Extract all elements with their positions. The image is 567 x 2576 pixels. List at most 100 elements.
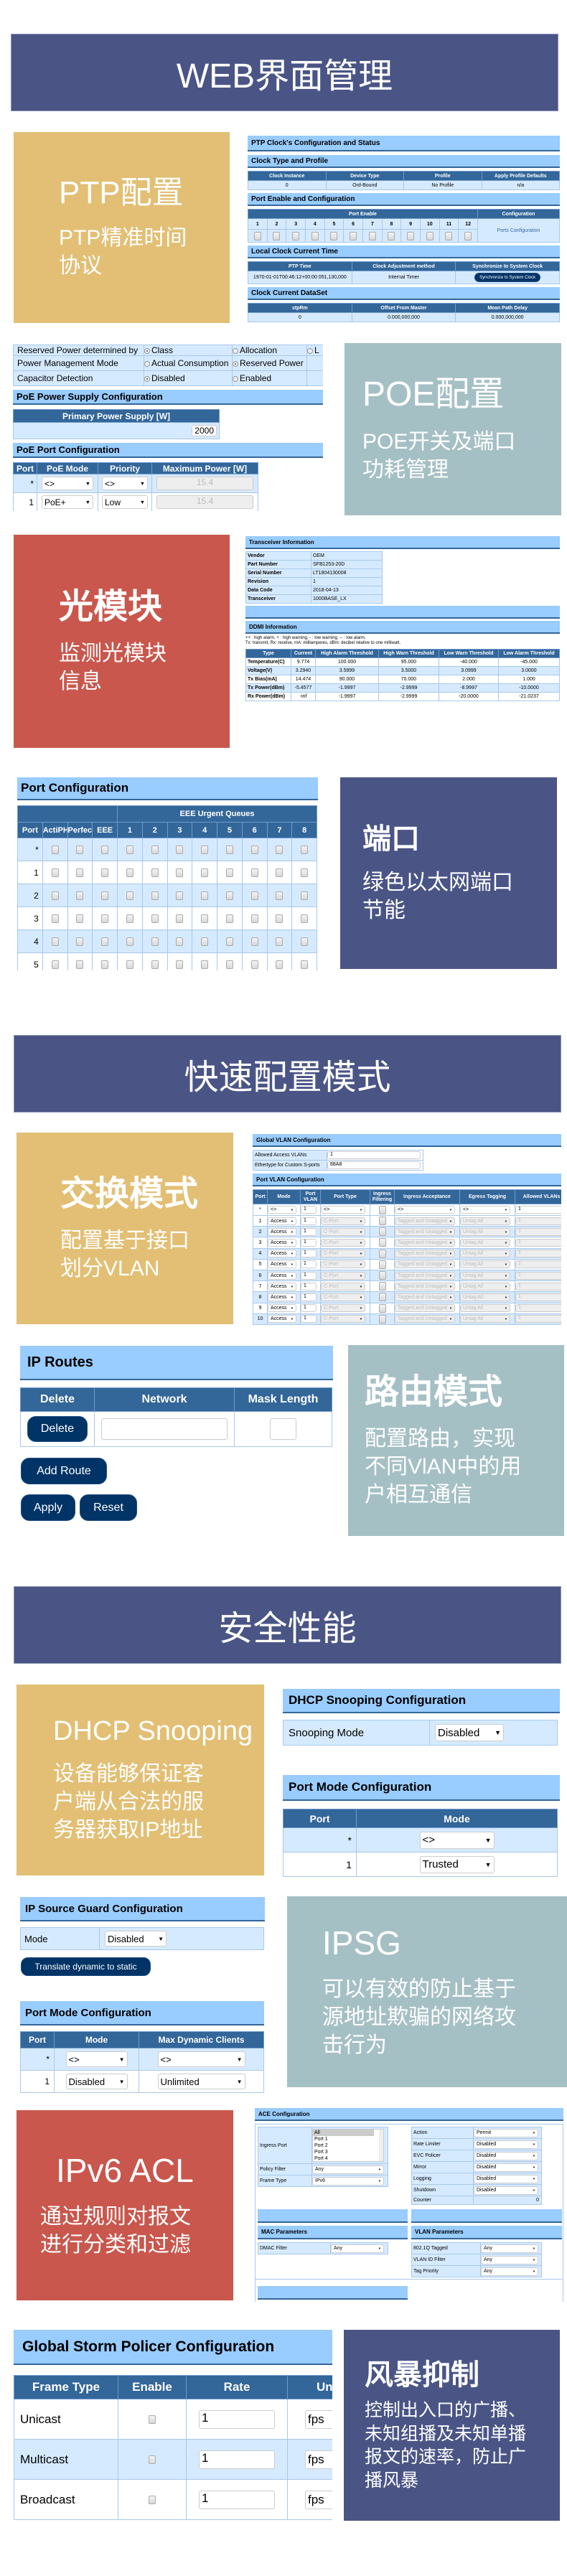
urgent-queue-checkbox[interactable] <box>201 937 209 947</box>
allowed-vlans-input[interactable]: 1 <box>515 1238 561 1247</box>
port-type-select[interactable]: C-Port ▼ <box>321 1217 365 1225</box>
max-power-input[interactable]: 15.4 <box>156 477 253 490</box>
poe-mode-select[interactable]: <> ▼ <box>42 477 93 490</box>
priority-select[interactable]: Low ▼ <box>102 495 148 509</box>
perfectreach-checkbox[interactable] <box>76 937 84 947</box>
urgent-queue-checkbox[interactable] <box>126 846 133 855</box>
urgent-queue-checkbox[interactable] <box>176 937 184 947</box>
allowed-vlans-input[interactable]: 1 <box>515 1304 561 1313</box>
allowed-vlans-input[interactable]: 1 <box>515 1206 561 1214</box>
urgent-queue-checkbox[interactable] <box>151 868 159 878</box>
primary-power-input[interactable]: 2000 <box>192 425 217 436</box>
actiphy-checkbox[interactable] <box>51 891 59 901</box>
urgent-queue-checkbox[interactable] <box>151 914 159 924</box>
port-type-select[interactable]: C-Port ▼ <box>321 1238 365 1247</box>
mode-select[interactable]: Access ▼ <box>268 1282 296 1291</box>
port-type-select[interactable]: C-Port ▼ <box>321 1260 365 1269</box>
listbox-option[interactable]: Port 4 <box>313 2155 383 2161</box>
urgent-queue-checkbox[interactable] <box>201 891 209 901</box>
port-vlan-input[interactable]: 1 <box>301 1217 317 1225</box>
allowed-vlans-input[interactable]: 1 <box>515 1271 561 1280</box>
radio-button[interactable] <box>144 347 150 354</box>
mode-select[interactable]: Access ▼ <box>268 1250 296 1258</box>
perfectreach-checkbox[interactable] <box>76 960 84 970</box>
ingress-acceptance-select[interactable]: Tagged and Untagged ▼ <box>395 1315 455 1324</box>
enable-checkbox[interactable] <box>149 2455 156 2465</box>
rate-input[interactable]: 1 <box>199 2450 275 2469</box>
urgent-queue-checkbox[interactable] <box>126 891 133 901</box>
urgent-queue-checkbox[interactable] <box>151 846 159 855</box>
eee-checkbox[interactable] <box>101 937 109 947</box>
perfectreach-checkbox[interactable] <box>76 846 84 855</box>
mode-select[interactable]: Access ▼ <box>268 1238 296 1247</box>
urgent-queue-checkbox[interactable] <box>276 960 284 970</box>
mask-length-input[interactable] <box>270 1418 296 1440</box>
radio-button[interactable] <box>233 375 238 382</box>
urgent-queue-checkbox[interactable] <box>250 891 258 901</box>
port-enable-checkbox[interactable] <box>368 231 376 240</box>
vlan-field-input[interactable]: 88A8 <box>327 1161 421 1169</box>
mode-select[interactable]: Access ▼ <box>268 1304 296 1313</box>
perfectreach-checkbox[interactable] <box>76 868 84 878</box>
urgent-queue-checkbox[interactable] <box>250 914 258 924</box>
mode-select[interactable]: Access ▼ <box>268 1217 296 1225</box>
urgent-queue-checkbox[interactable] <box>176 846 184 855</box>
urgent-queue-checkbox[interactable] <box>276 891 284 901</box>
acl-select[interactable]: Disabled ▼ <box>474 2140 538 2149</box>
egress-tagging-select[interactable]: Untag All ▼ <box>460 1227 510 1236</box>
mode-select[interactable]: <> ▼ <box>268 1206 296 1214</box>
acl-select[interactable]: Disabled ▼ <box>474 2163 538 2172</box>
port-enable-checkbox[interactable] <box>426 231 434 240</box>
urgent-queue-checkbox[interactable] <box>250 868 258 878</box>
ingress-filtering-checkbox[interactable] <box>378 1260 386 1269</box>
port-enable-checkbox[interactable] <box>350 231 357 240</box>
unit-select[interactable]: fps▼ <box>305 2490 332 2509</box>
urgent-queue-checkbox[interactable] <box>201 960 209 970</box>
max-dynamic-clients-select[interactable]: Unlimited ▼ <box>157 2074 245 2089</box>
port-enable-checkbox[interactable] <box>464 231 472 240</box>
ports-configuration-link[interactable]: Ports Configuration <box>477 218 560 243</box>
port-vlan-input[interactable]: 1 <box>301 1227 317 1236</box>
priority-select[interactable]: <> ▼ <box>102 477 148 490</box>
port-enable-checkbox[interactable] <box>311 231 319 240</box>
egress-tagging-select[interactable]: Untag All ▼ <box>460 1271 510 1280</box>
port-vlan-input[interactable]: 1 <box>301 1304 317 1313</box>
port-vlan-input[interactable]: 1 <box>301 1271 317 1280</box>
urgent-queue-checkbox[interactable] <box>301 937 309 947</box>
egress-tagging-select[interactable]: Untag All ▼ <box>460 1315 510 1324</box>
snooping-mode-select[interactable]: Disabled ▼ <box>435 1724 504 1741</box>
port-type-select[interactable]: C-Port ▼ <box>321 1250 365 1258</box>
max-power-input[interactable]: 15.4 <box>156 495 253 509</box>
port-mode-select[interactable]: <> ▼ <box>65 2051 128 2067</box>
ingress-acceptance-select[interactable]: Tagged and Untagged ▼ <box>395 1250 455 1258</box>
radio-button[interactable] <box>233 360 238 367</box>
port-type-select[interactable]: C-Port ▼ <box>321 1293 365 1301</box>
urgent-queue-checkbox[interactable] <box>301 914 309 924</box>
scrollbar[interactable] <box>379 2130 383 2161</box>
port-enable-checkbox[interactable] <box>407 231 415 240</box>
urgent-queue-checkbox[interactable] <box>301 891 309 901</box>
port-type-select[interactable]: <> ▼ <box>321 1206 365 1214</box>
port-enable-checkbox[interactable] <box>445 231 453 240</box>
urgent-queue-checkbox[interactable] <box>201 914 209 924</box>
actiphy-checkbox[interactable] <box>51 846 59 855</box>
add-route-button[interactable]: Add Route <box>21 1458 107 1484</box>
egress-tagging-select[interactable]: Untag All ▼ <box>460 1304 510 1313</box>
port-mode-select[interactable]: Disabled ▼ <box>65 2074 128 2089</box>
egress-tagging-select[interactable]: Untag All ▼ <box>460 1260 510 1269</box>
urgent-queue-checkbox[interactable] <box>225 937 233 947</box>
urgent-queue-checkbox[interactable] <box>250 846 258 855</box>
urgent-queue-checkbox[interactable] <box>225 960 233 970</box>
allowed-vlans-input[interactable]: 1 <box>515 1217 561 1225</box>
enable-checkbox[interactable] <box>149 2415 156 2425</box>
egress-tagging-select[interactable]: <> ▼ <box>460 1206 510 1214</box>
ingress-acceptance-select[interactable]: Tagged and Untagged ▼ <box>395 1282 455 1291</box>
actiphy-checkbox[interactable] <box>51 868 59 878</box>
perfectreach-checkbox[interactable] <box>76 914 84 924</box>
port-type-select[interactable]: C-Port ▼ <box>321 1282 365 1291</box>
port-mode-select[interactable]: Trusted ▼ <box>419 1855 495 1873</box>
egress-tagging-select[interactable]: Untag All ▼ <box>460 1293 510 1301</box>
ingress-port-listbox[interactable]: All Port 1 Port 2 Port 3 Port 4 <box>312 2129 384 2162</box>
radio-button[interactable] <box>307 347 313 354</box>
translate-dynamic-to-static-button[interactable]: Translate dynamic to static <box>21 1957 151 1976</box>
